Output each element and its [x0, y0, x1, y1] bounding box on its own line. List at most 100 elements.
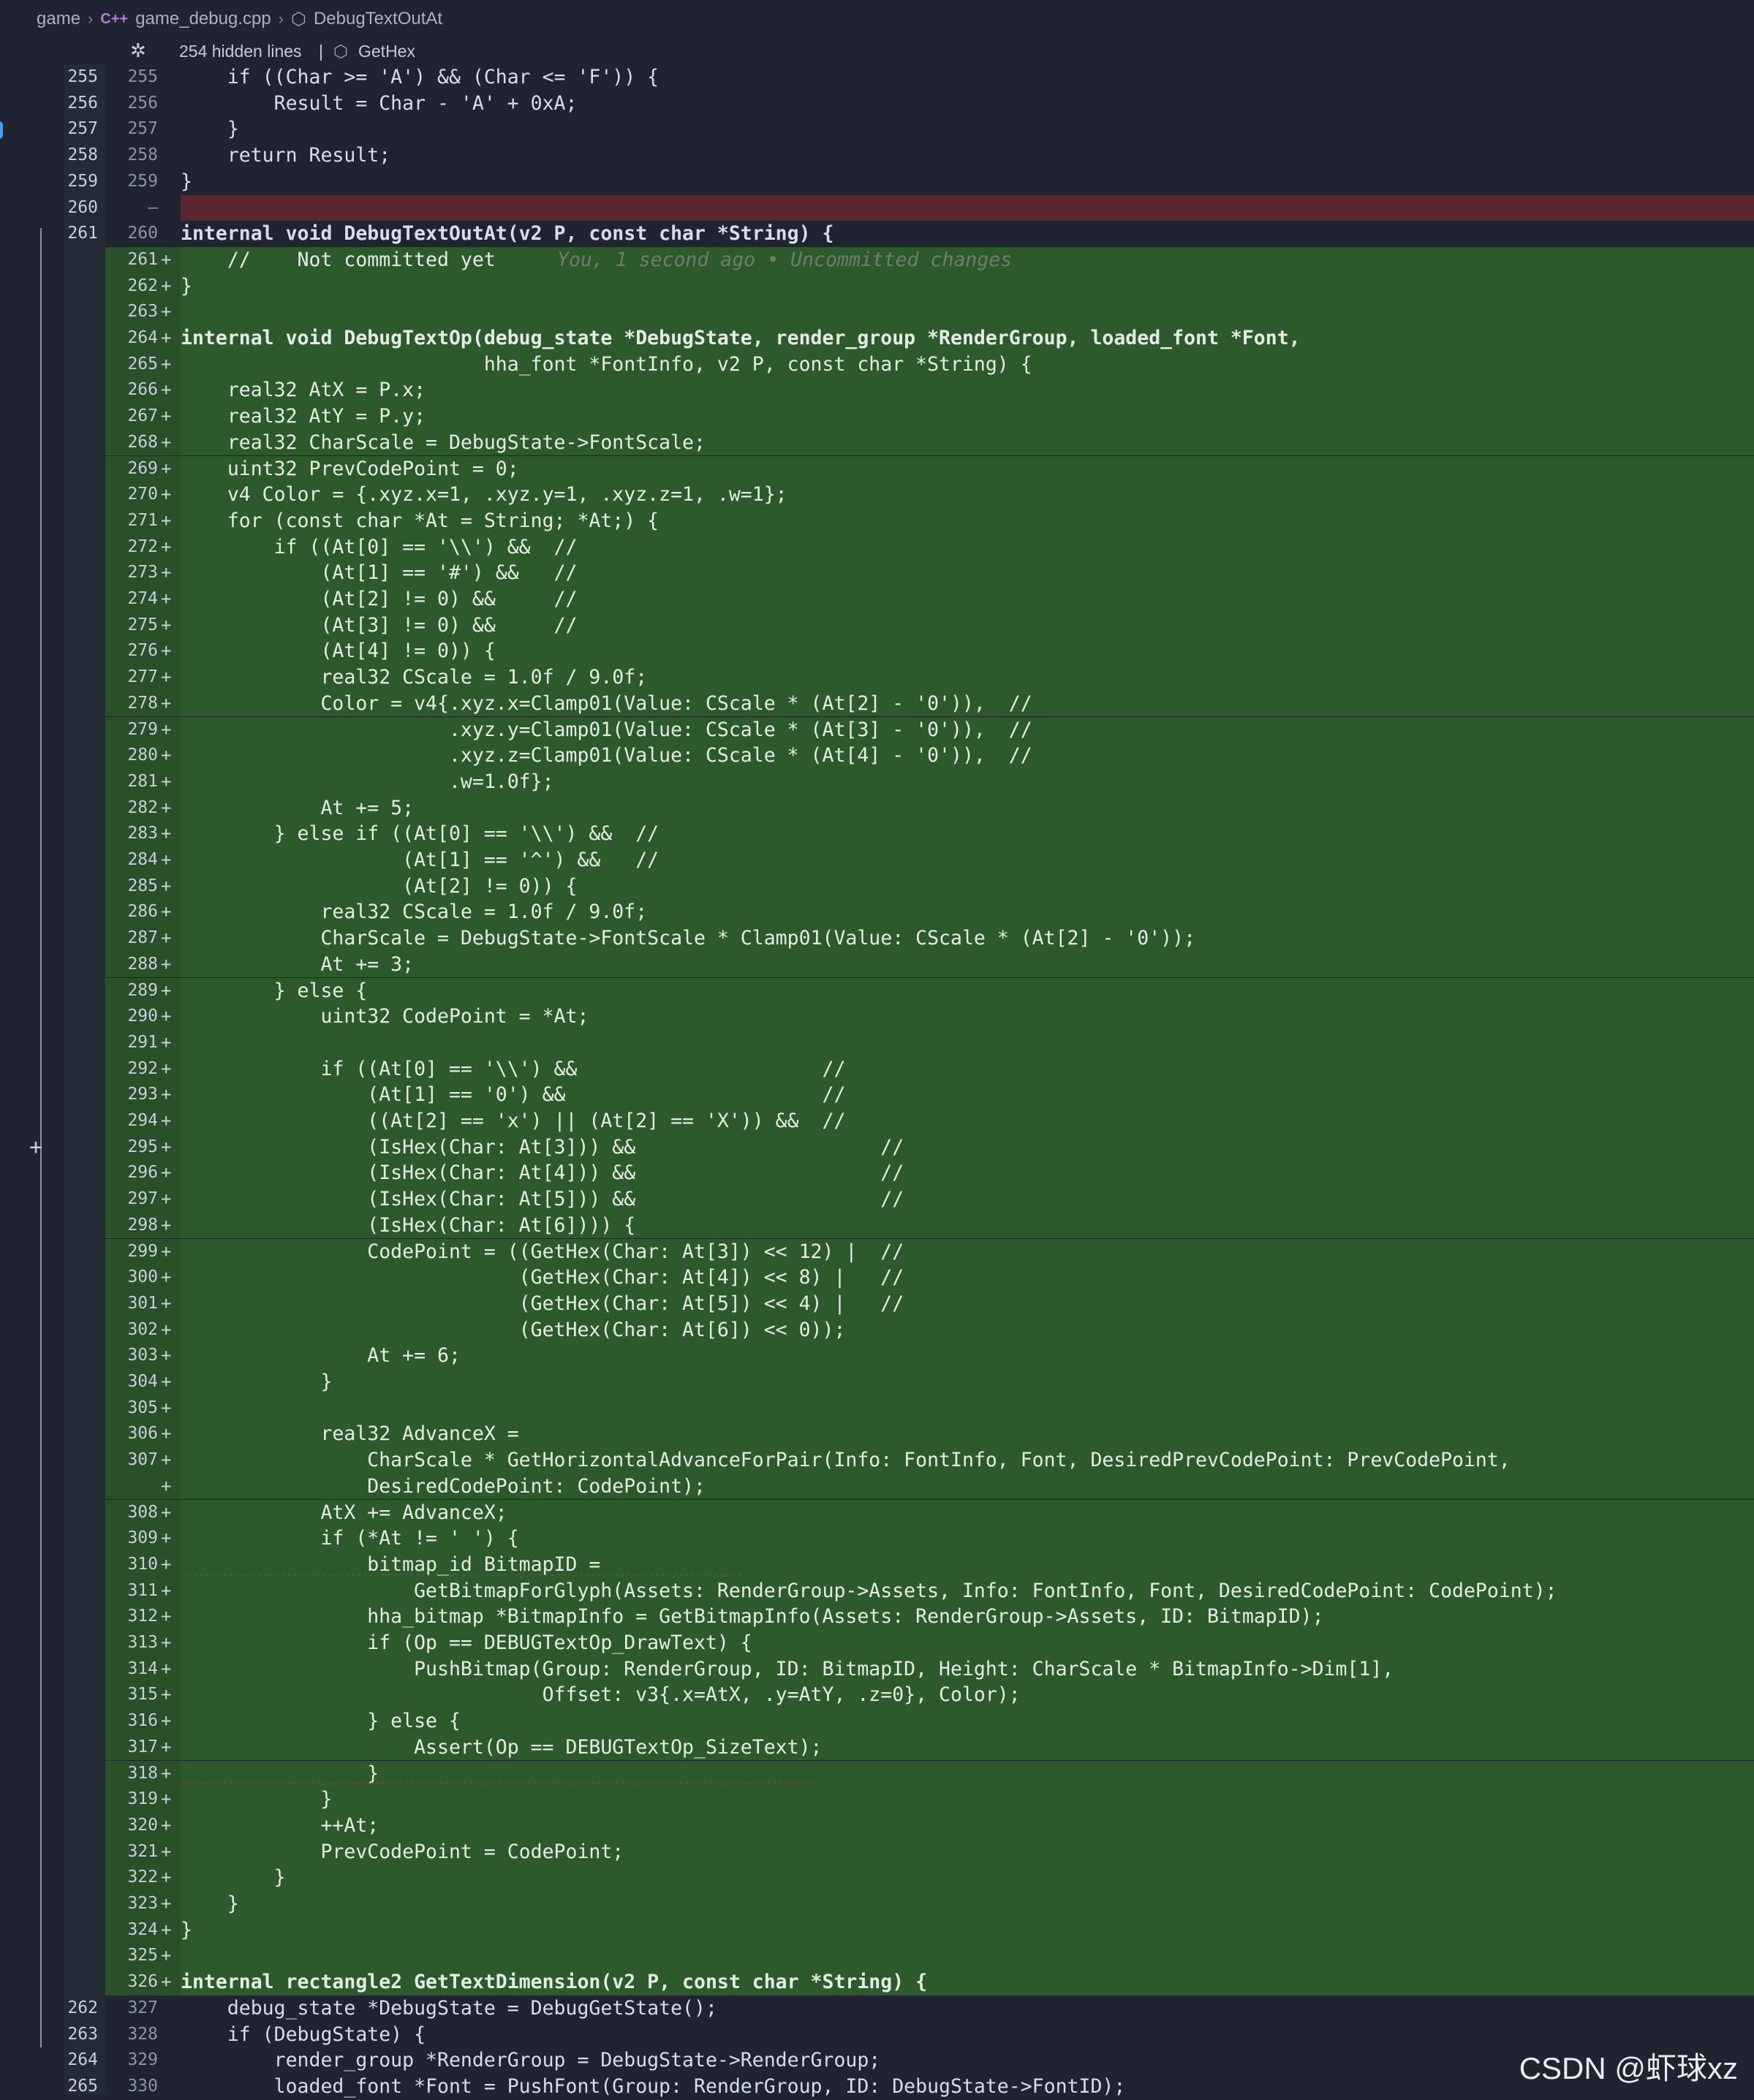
code-text[interactable]: loaded_font *Font = PushFont(Group: Rend… [181, 2074, 1126, 2100]
code-text[interactable]: real32 CScale = 1.0f / 9.0f; [181, 899, 647, 925]
code-line[interactable]: 265 + hha_font *FontInfo, v2 P, const cha… [0, 351, 1754, 378]
code-line[interactable]: 260 — [0, 194, 1754, 221]
code-line[interactable]: 309 + if (*At != ' ') { [0, 1525, 1754, 1552]
code-line[interactable]: 261 + // Not committed yet You, 1 second a… [0, 246, 1754, 273]
code-line[interactable]: 284 + (At[1] == '^') && // [0, 847, 1754, 873]
code-text[interactable]: } [181, 273, 192, 300]
code-line[interactable]: 292 + if ((At[0] == '\\') && // [0, 1055, 1754, 1083]
code-text[interactable]: internal void DebugTextOp(debug_state *D… [181, 325, 1301, 352]
code-line[interactable]: 307 + CharScale * GetHorizontalAdvanceFor… [0, 1447, 1754, 1474]
code-text[interactable]: } else { [181, 1708, 461, 1735]
code-line[interactable]: 304 + } [0, 1369, 1754, 1395]
code-text[interactable]: (At[2] != 0)) { [181, 873, 577, 900]
hidden-lines-label[interactable]: 254 hidden lines [179, 42, 302, 61]
code-line[interactable]: 289 + } else { [0, 977, 1754, 1004]
code-text[interactable]: } [181, 1917, 192, 1944]
code-text[interactable]: } [181, 116, 239, 143]
code-line[interactable]: 294 + ((At[2] == 'x') || (At[2] == 'X')) … [0, 1108, 1754, 1134]
code-text[interactable]: } [181, 1865, 286, 1891]
code-text[interactable]: v4 Color = {.xyz.x=1, .xyz.y=1, .xyz.z=1… [181, 482, 787, 508]
code-line[interactable]: + DesiredCodePoint: CodePoint); [0, 1473, 1754, 1500]
code-line[interactable]: 296 + (IsHex(Char: At[4])) && // [0, 1160, 1754, 1187]
code-line[interactable]: 299 + CodePoint = ((GetHex(Char: At[3]) <… [0, 1238, 1754, 1265]
code-text[interactable]: if (*At != ' ') { [181, 1525, 518, 1552]
code-text[interactable]: for (const char *At = String; *At;) { [181, 508, 659, 534]
code-text[interactable]: if ((At[0] == '\\') && // [181, 1056, 845, 1083]
code-text[interactable]: real32 CScale = 1.0f / 9.0f; [181, 664, 647, 691]
code-text[interactable]: (IsHex(Char: At[5])) && // [181, 1186, 904, 1213]
code-text[interactable]: Result = Char - 'A' + 0xA; [181, 91, 578, 117]
code-line[interactable]: 313 + if (Op == DEBUGTextOp_DrawText) { [0, 1630, 1754, 1656]
code-line[interactable]: 312 + hha_bitmap *BitmapInfo = GetBitmapI… [0, 1604, 1754, 1630]
code-line[interactable]: 280 + .xyz.z=Clamp01(Value: CScale * (At[… [0, 743, 1754, 769]
code-line[interactable]: 264 329 render_group *RenderGroup = Debug… [0, 2047, 1754, 2074]
code-text[interactable]: hha_font *FontInfo, v2 P, const char *St… [181, 352, 1032, 378]
code-line[interactable]: 255 255 if ((Char >= 'A') && (Char <= 'F'… [0, 64, 1754, 91]
code-line[interactable]: 319 + } [0, 1786, 1754, 1813]
code-line[interactable]: 265 330 loaded_font *Font = PushFont(Grou… [0, 2074, 1754, 2100]
code-line[interactable]: 325 + [0, 1943, 1754, 1970]
code-text[interactable]: (GetHex(Char: At[4]) << 8) | // [181, 1265, 904, 1291]
code-text[interactable]: ++At; [181, 1813, 379, 1839]
code-line[interactable]: 263 + [0, 299, 1754, 325]
code-line[interactable]: 320 + ++At; [0, 1812, 1754, 1839]
hidden-lines-bar[interactable]: ✲ 254 hidden lines | ⬡ GetHex [0, 38, 1754, 64]
code-line[interactable]: 256 256 Result = Char - 'A' + 0xA; [0, 91, 1754, 117]
code-line[interactable]: 305 + [0, 1395, 1754, 1422]
code-line[interactable]: 291 + [0, 1029, 1754, 1056]
code-line[interactable]: 264 + internal void DebugTextOp(debug_stat… [0, 325, 1754, 352]
code-text[interactable]: (At[1] == '0') && // [181, 1082, 845, 1108]
code-line[interactable]: 282 + At += 5; [0, 795, 1754, 822]
code-line[interactable]: 263 328 if (DebugState) { [0, 2022, 1754, 2048]
code-line[interactable]: 266 + real32 AtX = P.x; [0, 377, 1754, 404]
code-text[interactable]: CharScale * GetHorizontalAdvanceForPair(… [181, 1447, 1511, 1474]
code-line[interactable]: 303 + At += 6; [0, 1343, 1754, 1369]
code-line[interactable]: 268 + real32 CharScale = DebugState->Font… [0, 429, 1754, 456]
code-text[interactable]: (GetHex(Char: At[6]) << 0)); [181, 1317, 846, 1343]
code-text[interactable]: Offset: v3{.x=AtX, .y=AtY, .z=0}, Color)… [181, 1682, 1021, 1708]
code-text[interactable]: CharScale = DebugState->FontScale * Clam… [181, 925, 1195, 952]
code-line[interactable]: 283 + } else if ((At[0] == '\\') && // [0, 821, 1754, 847]
code-text[interactable]: } [181, 1369, 332, 1395]
code-text[interactable]: internal void DebugTextOutAt(v2 P, const… [181, 221, 833, 247]
code-line[interactable]: 271 + for (const char *At = String; *At;)… [0, 507, 1754, 534]
code-text[interactable]: Color = v4{.xyz.x=Clamp01(Value: CScale … [181, 691, 1032, 717]
code-text[interactable]: } [181, 1891, 239, 1917]
code-line[interactable]: 273 + (At[1] == '#') && // [0, 560, 1754, 586]
code-line[interactable]: 300 + (GetHex(Char: At[4]) << 8) | // [0, 1265, 1754, 1291]
code-text[interactable]: AtX += AdvanceX; [181, 1500, 507, 1526]
code-text[interactable]: (At[4] != 0)) { [181, 638, 495, 664]
code-line[interactable]: 317 + Assert(Op == DEBUGTextOp_SizeText); [0, 1734, 1754, 1761]
code-line[interactable]: 315 + Offset: v3{.x=AtX, .y=AtY, .z=0}, C… [0, 1682, 1754, 1709]
code-line[interactable]: 290 + uint32 CodePoint = *At; [0, 1004, 1754, 1030]
code-text[interactable]: } [181, 1786, 332, 1813]
code-text[interactable]: } else if ((At[0] == '\\') && // [181, 821, 659, 847]
code-line[interactable]: 288 + At += 3; [0, 951, 1754, 978]
code-line[interactable]: 262 +} [0, 273, 1754, 300]
code-text[interactable]: real32 AtX = P.x; [181, 377, 426, 403]
code-line[interactable]: 262 327 debug_state *DebugState = DebugGe… [0, 1995, 1754, 2022]
breadcrumb-folder[interactable]: game [37, 9, 80, 29]
code-text[interactable]: uint32 PrevCodePoint = 0; [181, 456, 519, 482]
code-line[interactable]: 281 + .w=1.0f}; [0, 768, 1754, 795]
code-text[interactable]: (IsHex(Char: At[4])) && // [181, 1160, 904, 1186]
code-line[interactable]: 270 + v4 Color = {.xyz.x=1, .xyz.y=1, .xy… [0, 482, 1754, 508]
code-line[interactable]: 314 + PushBitmap(Group: RenderGroup, ID: … [0, 1656, 1754, 1683]
code-text[interactable]: At += 3; [181, 952, 414, 978]
code-text[interactable]: } else { [181, 978, 368, 1004]
code-text[interactable]: real32 CharScale = DebugState->FontScale… [181, 430, 706, 456]
code-line[interactable]: 259 259} [0, 169, 1754, 195]
code-line[interactable]: 286 + real32 CScale = 1.0f / 9.0f; [0, 899, 1754, 926]
code-line[interactable]: 285 + (At[2] != 0)) { [0, 873, 1754, 900]
code-text[interactable]: return Result; [181, 143, 390, 169]
code-line[interactable]: 261 260 internal void DebugTextOutAt(v2 P,… [0, 221, 1754, 247]
code-line[interactable]: 324 +} [0, 1917, 1754, 1944]
breadcrumb-symbol[interactable]: DebugTextOutAt [314, 9, 442, 29]
code-line[interactable]: 323 + } [0, 1891, 1754, 1917]
code-text[interactable]: (IsHex(Char: At[6]))) { [181, 1213, 635, 1239]
code-text[interactable]: if ((At[0] == '\\') && // [181, 534, 578, 561]
code-text[interactable]: debug_state *DebugState = DebugGetState(… [181, 1995, 717, 2022]
code-line[interactable]: 258 258 return Result; [0, 143, 1754, 169]
code-text[interactable]: } [181, 169, 192, 195]
code-text[interactable]: (At[2] != 0) && // [181, 586, 577, 613]
